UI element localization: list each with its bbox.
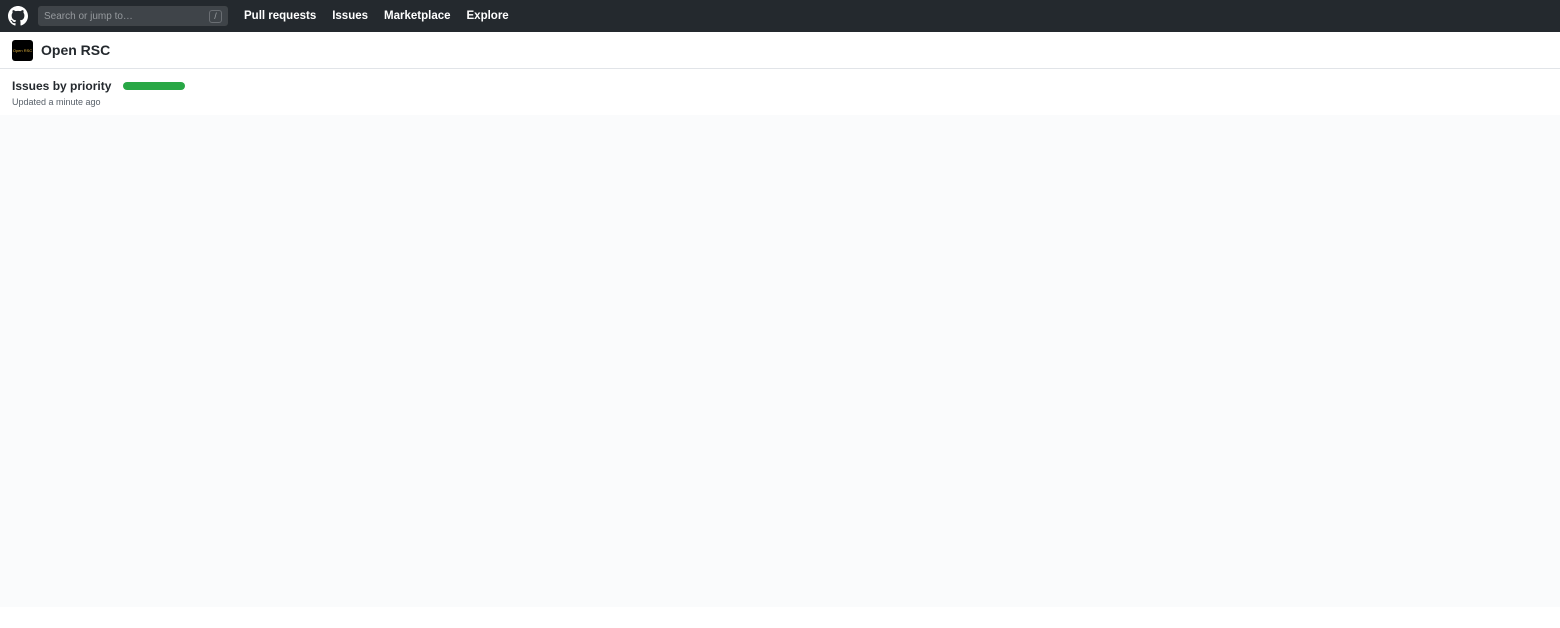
top-navbar: / Pull requests Issues Marketplace Explo…: [0, 0, 1560, 32]
project-progress-bar: [123, 82, 185, 90]
project-board: [0, 115, 1560, 607]
nav-marketplace[interactable]: Marketplace: [384, 10, 450, 22]
search-input[interactable]: [44, 11, 209, 22]
global-search: /: [38, 6, 228, 26]
project-title[interactable]: Issues by priority: [12, 79, 111, 93]
org-header: Open RSC Open RSC: [0, 32, 1560, 68]
project-header: Issues by priority Updated a minute ago: [0, 69, 1560, 115]
org-name[interactable]: Open RSC: [41, 42, 110, 58]
navbar-links: Pull requests Issues Marketplace Explore: [244, 10, 509, 22]
github-logo-icon[interactable]: [8, 6, 28, 26]
slash-shortcut-hint: /: [209, 10, 222, 23]
project-updated: Updated a minute ago: [12, 97, 1548, 107]
nav-issues[interactable]: Issues: [332, 10, 368, 22]
nav-pull-requests[interactable]: Pull requests: [244, 10, 316, 22]
nav-explore[interactable]: Explore: [467, 10, 509, 22]
org-avatar[interactable]: Open RSC: [12, 40, 33, 61]
